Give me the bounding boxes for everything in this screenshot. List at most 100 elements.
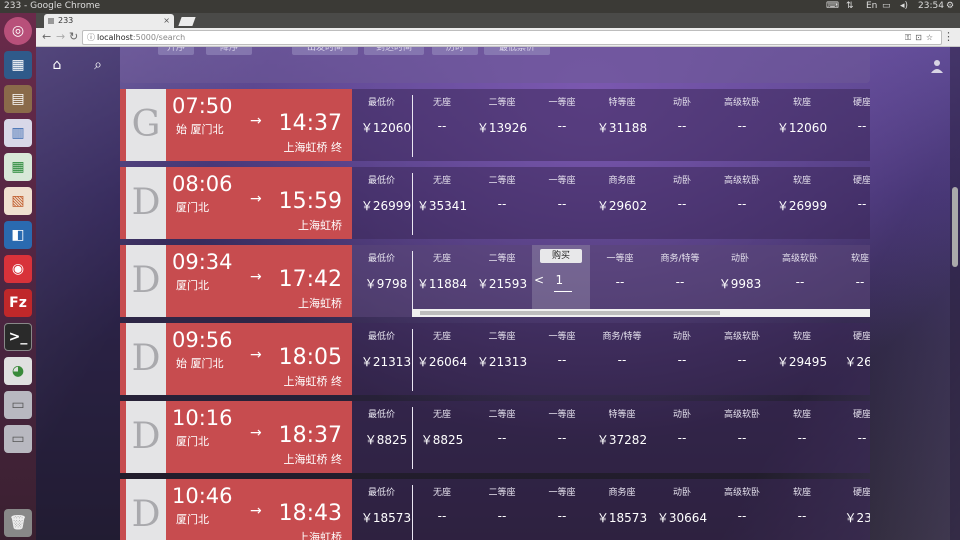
search-icon[interactable]: ⌕ xyxy=(88,55,108,75)
seat-price[interactable]: -- xyxy=(590,275,650,289)
impress-icon[interactable]: ▧ xyxy=(4,187,32,215)
calc-icon[interactable]: ▦ xyxy=(4,153,32,181)
seat-price[interactable]: -- xyxy=(832,119,870,133)
keyboard-icon[interactable]: ⌨ xyxy=(826,0,839,13)
network-icon[interactable]: ⇅ xyxy=(846,0,854,13)
volume-icon[interactable]: ◂) xyxy=(900,0,908,13)
seat-price[interactable]: -- xyxy=(532,197,592,211)
seat-price[interactable]: ￥37282 xyxy=(592,431,652,448)
train-row[interactable]: D 10:16 厦门北 → 18:37 上海虹桥 终 最低价 ￥8825 无座 ￥8825 二等座 -… xyxy=(120,401,870,473)
filezilla-icon[interactable]: Fz xyxy=(4,289,32,317)
seat-price[interactable]: -- xyxy=(652,431,712,445)
workspace-icon[interactable]: ▦ xyxy=(4,51,32,79)
seat-price[interactable]: -- xyxy=(770,275,830,289)
quantity-value[interactable]: 1 xyxy=(556,273,564,287)
seat-price[interactable]: -- xyxy=(532,509,592,523)
new-tab-button[interactable] xyxy=(178,17,196,26)
seat-price[interactable]: -- xyxy=(472,509,532,523)
reload-icon[interactable]: ↻ xyxy=(69,30,78,44)
quantity-stepper[interactable]: < 1 xyxy=(534,273,563,287)
seat-price[interactable]: ￥18573 xyxy=(592,509,652,526)
quantity-decrease-icon[interactable]: < xyxy=(534,273,544,287)
seat-price[interactable]: -- xyxy=(412,119,472,133)
close-tab-icon[interactable]: × xyxy=(163,14,170,28)
page-scrollbar[interactable] xyxy=(950,47,960,540)
vscode-icon[interactable]: ◧ xyxy=(4,221,32,249)
scrollbar-thumb[interactable] xyxy=(952,187,958,267)
drive-icon[interactable]: ▭ xyxy=(4,425,32,453)
seat-price[interactable]: -- xyxy=(712,119,772,133)
seat-price[interactable]: -- xyxy=(712,353,772,367)
seat-price[interactable]: -- xyxy=(652,353,712,367)
sort-price-button[interactable]: 最低票价 xyxy=(484,47,550,55)
seat-price[interactable]: -- xyxy=(832,197,870,211)
trash-icon[interactable]: 🗑 xyxy=(4,509,32,537)
seat-price[interactable]: ￥269 xyxy=(832,353,870,370)
seat-price[interactable]: ￥29602 xyxy=(592,197,652,214)
horizontal-scrollbar[interactable] xyxy=(412,309,870,317)
seat-price[interactable]: ￥31188 xyxy=(592,119,652,136)
seat-price[interactable]: -- xyxy=(832,431,870,445)
terminal-icon[interactable]: >_ xyxy=(4,323,32,351)
train-row[interactable]: D 08:06 厦门北 → 15:59 上海虹桥 最低价 ￥26999 无座 ￥35341 二等座 -… xyxy=(120,167,870,239)
ubuntu-icon[interactable]: ◎ xyxy=(4,17,32,45)
user-icon[interactable] xyxy=(930,59,944,73)
forward-icon[interactable]: → xyxy=(56,30,65,44)
seat-price[interactable]: ￥12060 xyxy=(772,119,832,136)
seat-price[interactable]: ￥13926 xyxy=(472,119,532,136)
sort-duration-button[interactable]: 历时 xyxy=(432,47,478,55)
home-icon[interactable]: ⌂ xyxy=(47,55,67,75)
sort-asc-button[interactable]: 升序 xyxy=(158,47,194,55)
seat-price[interactable]: -- xyxy=(412,509,472,523)
seat-price[interactable]: -- xyxy=(472,431,532,445)
battery-icon[interactable]: ▭ xyxy=(882,0,891,13)
sort-desc-button[interactable]: 降序 xyxy=(206,47,252,55)
seat-price[interactable]: -- xyxy=(830,275,870,289)
buy-button[interactable]: 购买 xyxy=(540,249,582,263)
seat-price[interactable]: ￥11884 xyxy=(412,275,472,292)
train-row[interactable]: D 09:56 始 厦门北 → 18:05 上海虹桥 终 最低价 ￥21313 无座 ￥26064… xyxy=(120,323,870,395)
input-method-icon[interactable]: En xyxy=(866,0,877,13)
chrome-icon[interactable]: ◕ xyxy=(4,357,32,385)
train-row[interactable]: D 10:46 厦门北 → 18:43 上海虹桥 最低价 ￥18573 无座 -- 二等座 -- 一等座… xyxy=(120,479,870,540)
seat-price[interactable]: ￥26064 xyxy=(412,353,472,370)
netease-music-icon[interactable]: ◉ xyxy=(4,255,32,283)
seat-price[interactable]: -- xyxy=(532,431,592,445)
seat-price[interactable]: -- xyxy=(772,431,832,445)
seat-price[interactable]: -- xyxy=(712,509,772,523)
back-icon[interactable]: ← xyxy=(42,30,51,44)
seat-price[interactable]: ￥26999 xyxy=(772,197,832,214)
seat-price[interactable]: ￥29495 xyxy=(772,353,832,370)
seat-price[interactable]: ￥35341 xyxy=(412,197,472,214)
writer-icon[interactable]: ▥ xyxy=(4,119,32,147)
train-row[interactable]: D 09:34 厦门北 → 17:42 上海虹桥 最低价 ￥9798 无座 ￥11884 二等座 一等… xyxy=(120,245,870,317)
seat-price[interactable]: -- xyxy=(650,275,710,289)
drive-icon[interactable]: ▭ xyxy=(4,391,32,419)
seat-price[interactable]: ￥30664 xyxy=(652,509,712,526)
seat-price[interactable]: -- xyxy=(772,509,832,523)
seat-price[interactable]: -- xyxy=(712,431,772,445)
browser-tab[interactable]: 233 × xyxy=(44,14,174,28)
seat-price[interactable]: -- xyxy=(472,197,532,211)
url-input[interactable]: ⓘ localhost:5000/search ⚿⊡☆ xyxy=(82,30,942,45)
train-row[interactable]: G 07:50 始 厦门北 → 14:37 上海虹桥 终 最低价 ￥12060 无座 -- 二等座 ￥… xyxy=(120,89,870,161)
omnibox-icons[interactable]: ⚿⊡☆ xyxy=(905,31,937,44)
scrollbar-thumb[interactable] xyxy=(420,311,720,315)
seat-price[interactable]: ￥9983 xyxy=(710,275,770,292)
seat-price[interactable]: ￥8825 xyxy=(412,431,472,448)
seat-price[interactable]: ￥21593 xyxy=(472,275,532,292)
sort-arrival-button[interactable]: 到达时间 xyxy=(364,47,424,55)
seat-price[interactable]: -- xyxy=(652,119,712,133)
clock[interactable]: 23:54 xyxy=(918,0,944,13)
seat-price[interactable]: ￥21313 xyxy=(472,353,532,370)
seat-price[interactable]: -- xyxy=(532,353,592,367)
seat-price[interactable]: -- xyxy=(712,197,772,211)
site-info-icon[interactable]: ⓘ xyxy=(87,31,95,44)
seat-price[interactable]: -- xyxy=(652,197,712,211)
sort-departure-button[interactable]: 出发时间 xyxy=(292,47,358,55)
seat-price[interactable]: -- xyxy=(592,353,652,367)
files-icon[interactable]: ▤ xyxy=(4,85,32,113)
seat-price[interactable]: ￥234 xyxy=(832,509,870,526)
menu-icon[interactable]: ⋮ xyxy=(943,30,954,43)
seat-price[interactable]: -- xyxy=(532,119,592,133)
